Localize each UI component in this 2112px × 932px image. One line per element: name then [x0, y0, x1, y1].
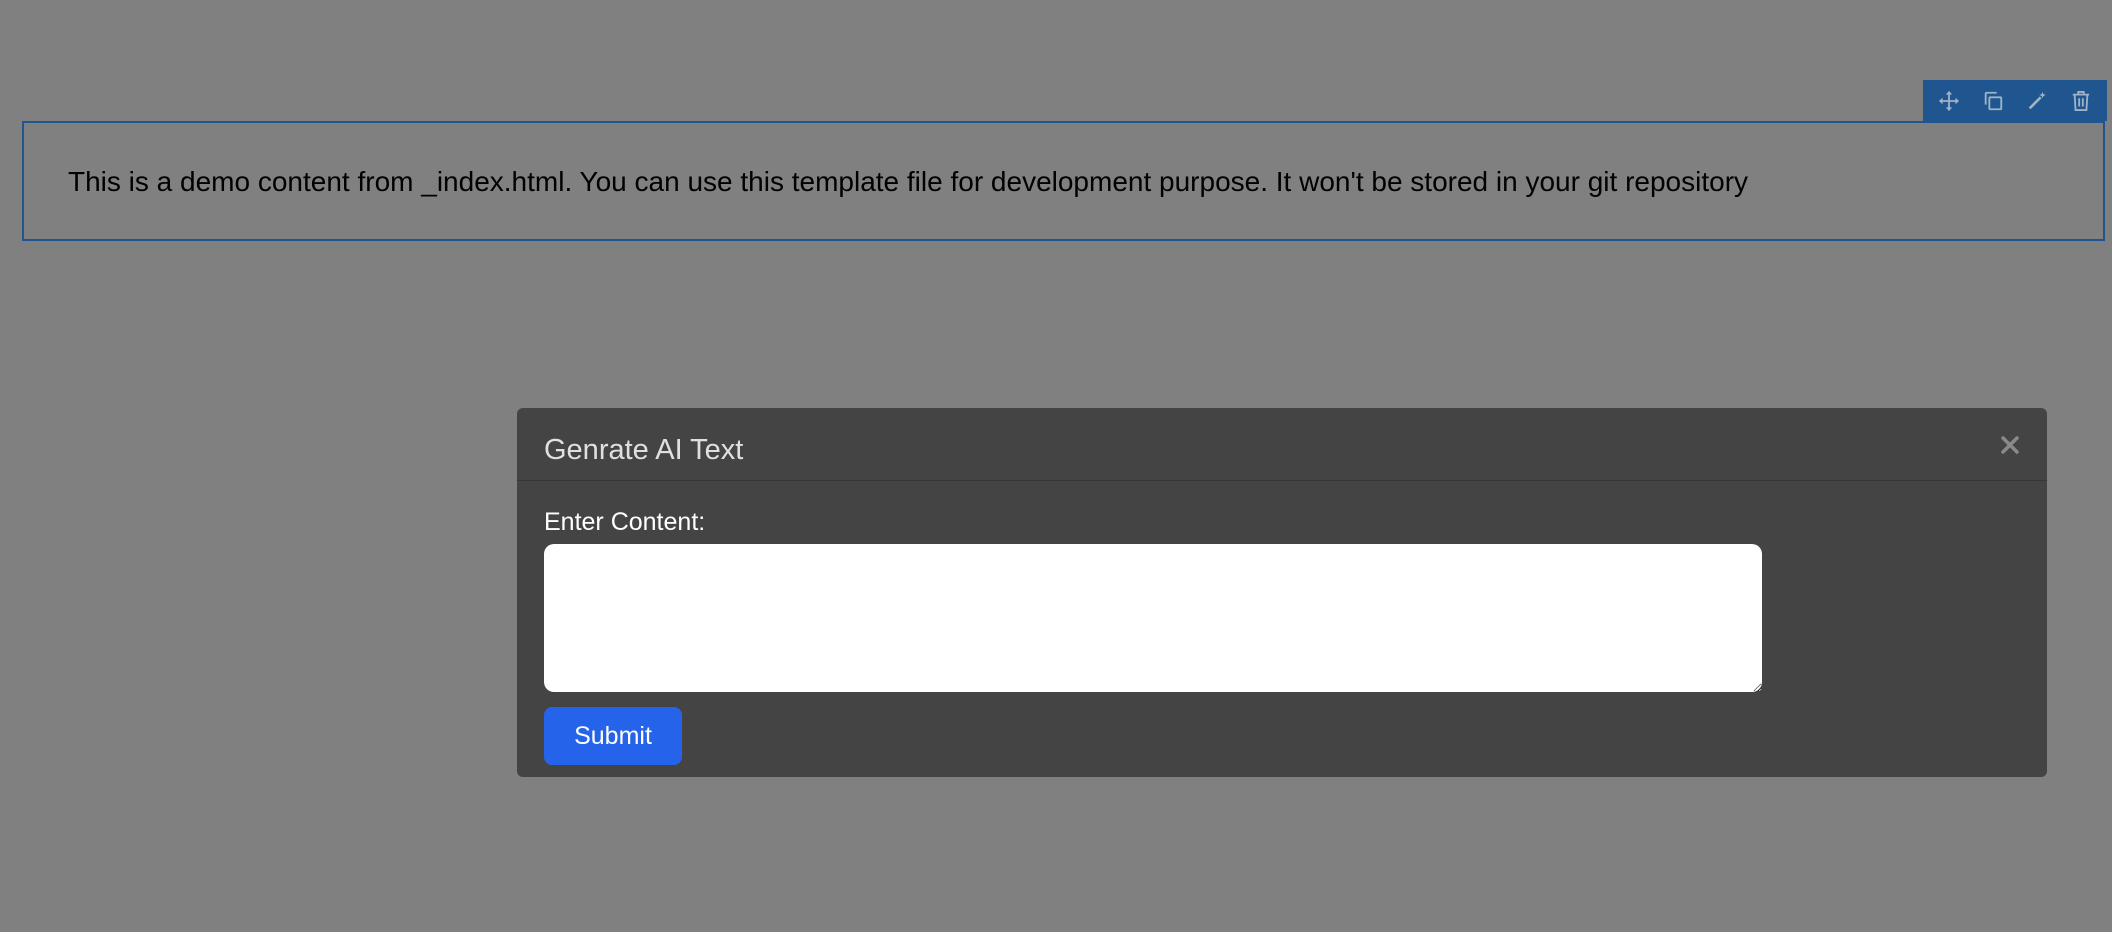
copy-icon [1982, 90, 2004, 112]
editor-canvas: This is a demo content from _index.html.… [0, 0, 2112, 932]
ai-generate-button[interactable] [2021, 85, 2053, 117]
modal-title: Genrate AI Text [544, 434, 744, 466]
duplicate-button[interactable] [1977, 85, 2009, 117]
selected-text-block[interactable]: This is a demo content from _index.html.… [22, 121, 2105, 241]
generate-ai-text-modal: Genrate AI Text Enter Content: Submit [517, 408, 2047, 777]
move-button[interactable] [1933, 85, 1965, 117]
move-icon [1938, 90, 1960, 112]
content-textarea[interactable] [544, 544, 1762, 692]
submit-button[interactable]: Submit [544, 707, 682, 765]
close-button[interactable] [1999, 434, 2021, 456]
block-toolbar [1923, 80, 2107, 121]
delete-button[interactable] [2065, 85, 2097, 117]
magic-wand-icon [2026, 90, 2048, 112]
trash-icon [2071, 90, 2091, 112]
block-text[interactable]: This is a demo content from _index.html.… [68, 166, 1748, 198]
content-label: Enter Content: [544, 508, 706, 536]
modal-header: Genrate AI Text [517, 408, 2047, 481]
close-icon [1999, 436, 2021, 460]
